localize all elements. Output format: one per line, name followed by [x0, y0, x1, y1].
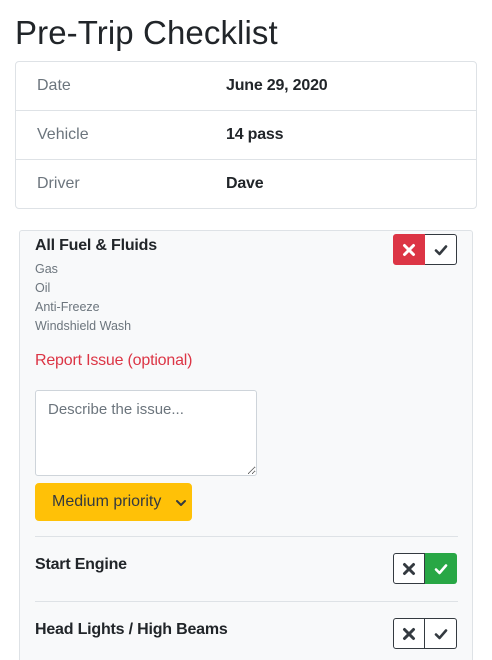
priority-select[interactable]: Medium priority [35, 483, 192, 521]
check-icon [434, 563, 447, 574]
sub-item: Oil [35, 281, 51, 295]
checklist-item-title: All Fuel & Fluids [35, 237, 157, 254]
pass-button[interactable] [425, 553, 457, 584]
chevron-down-icon [176, 500, 186, 506]
info-row-vehicle: Vehicle 14 pass [16, 111, 476, 160]
pass-button[interactable] [425, 234, 457, 265]
info-value: June 29, 2020 [226, 77, 328, 94]
fail-button[interactable] [393, 234, 425, 265]
report-issue-label: Report Issue (optional) [35, 352, 193, 369]
times-icon [403, 627, 415, 640]
fail-button[interactable] [393, 618, 425, 649]
page-title: Pre-Trip Checklist [15, 14, 278, 51]
trip-info-table: Date June 29, 2020 Vehicle 14 pass Drive… [15, 61, 477, 209]
info-row-driver: Driver Dave [16, 160, 476, 208]
info-value: 14 pass [226, 126, 284, 143]
info-label: Driver [37, 175, 80, 192]
checklist-card: All Fuel & Fluids Gas Oil Anti-Freeze Wi… [19, 230, 473, 660]
times-icon [403, 243, 415, 256]
info-label: Vehicle [37, 126, 89, 143]
checklist-item-title: Head Lights / High Beams [35, 621, 228, 638]
sub-item: Windshield Wash [35, 319, 132, 333]
checklist-item-title: Start Engine [35, 556, 127, 573]
pass-button[interactable] [425, 618, 457, 649]
item-divider [35, 601, 458, 602]
fail-button[interactable] [393, 553, 425, 584]
pass-fail-toggle [393, 553, 457, 584]
times-icon [403, 562, 415, 575]
check-icon [434, 244, 447, 255]
issue-description-input[interactable] [35, 390, 257, 476]
sub-item-list: Gas Oil Anti-Freeze Windshield Wash [35, 260, 131, 336]
info-value: Dave [226, 175, 264, 192]
item-divider [35, 536, 458, 537]
pass-fail-toggle [393, 234, 457, 265]
sub-item: Gas [35, 262, 58, 276]
sub-item: Anti-Freeze [35, 300, 100, 314]
check-icon [434, 628, 447, 639]
info-row-date: Date June 29, 2020 [16, 62, 476, 111]
info-label: Date [37, 77, 71, 94]
priority-select-value: Medium priority [52, 493, 162, 510]
pass-fail-toggle [393, 618, 457, 649]
